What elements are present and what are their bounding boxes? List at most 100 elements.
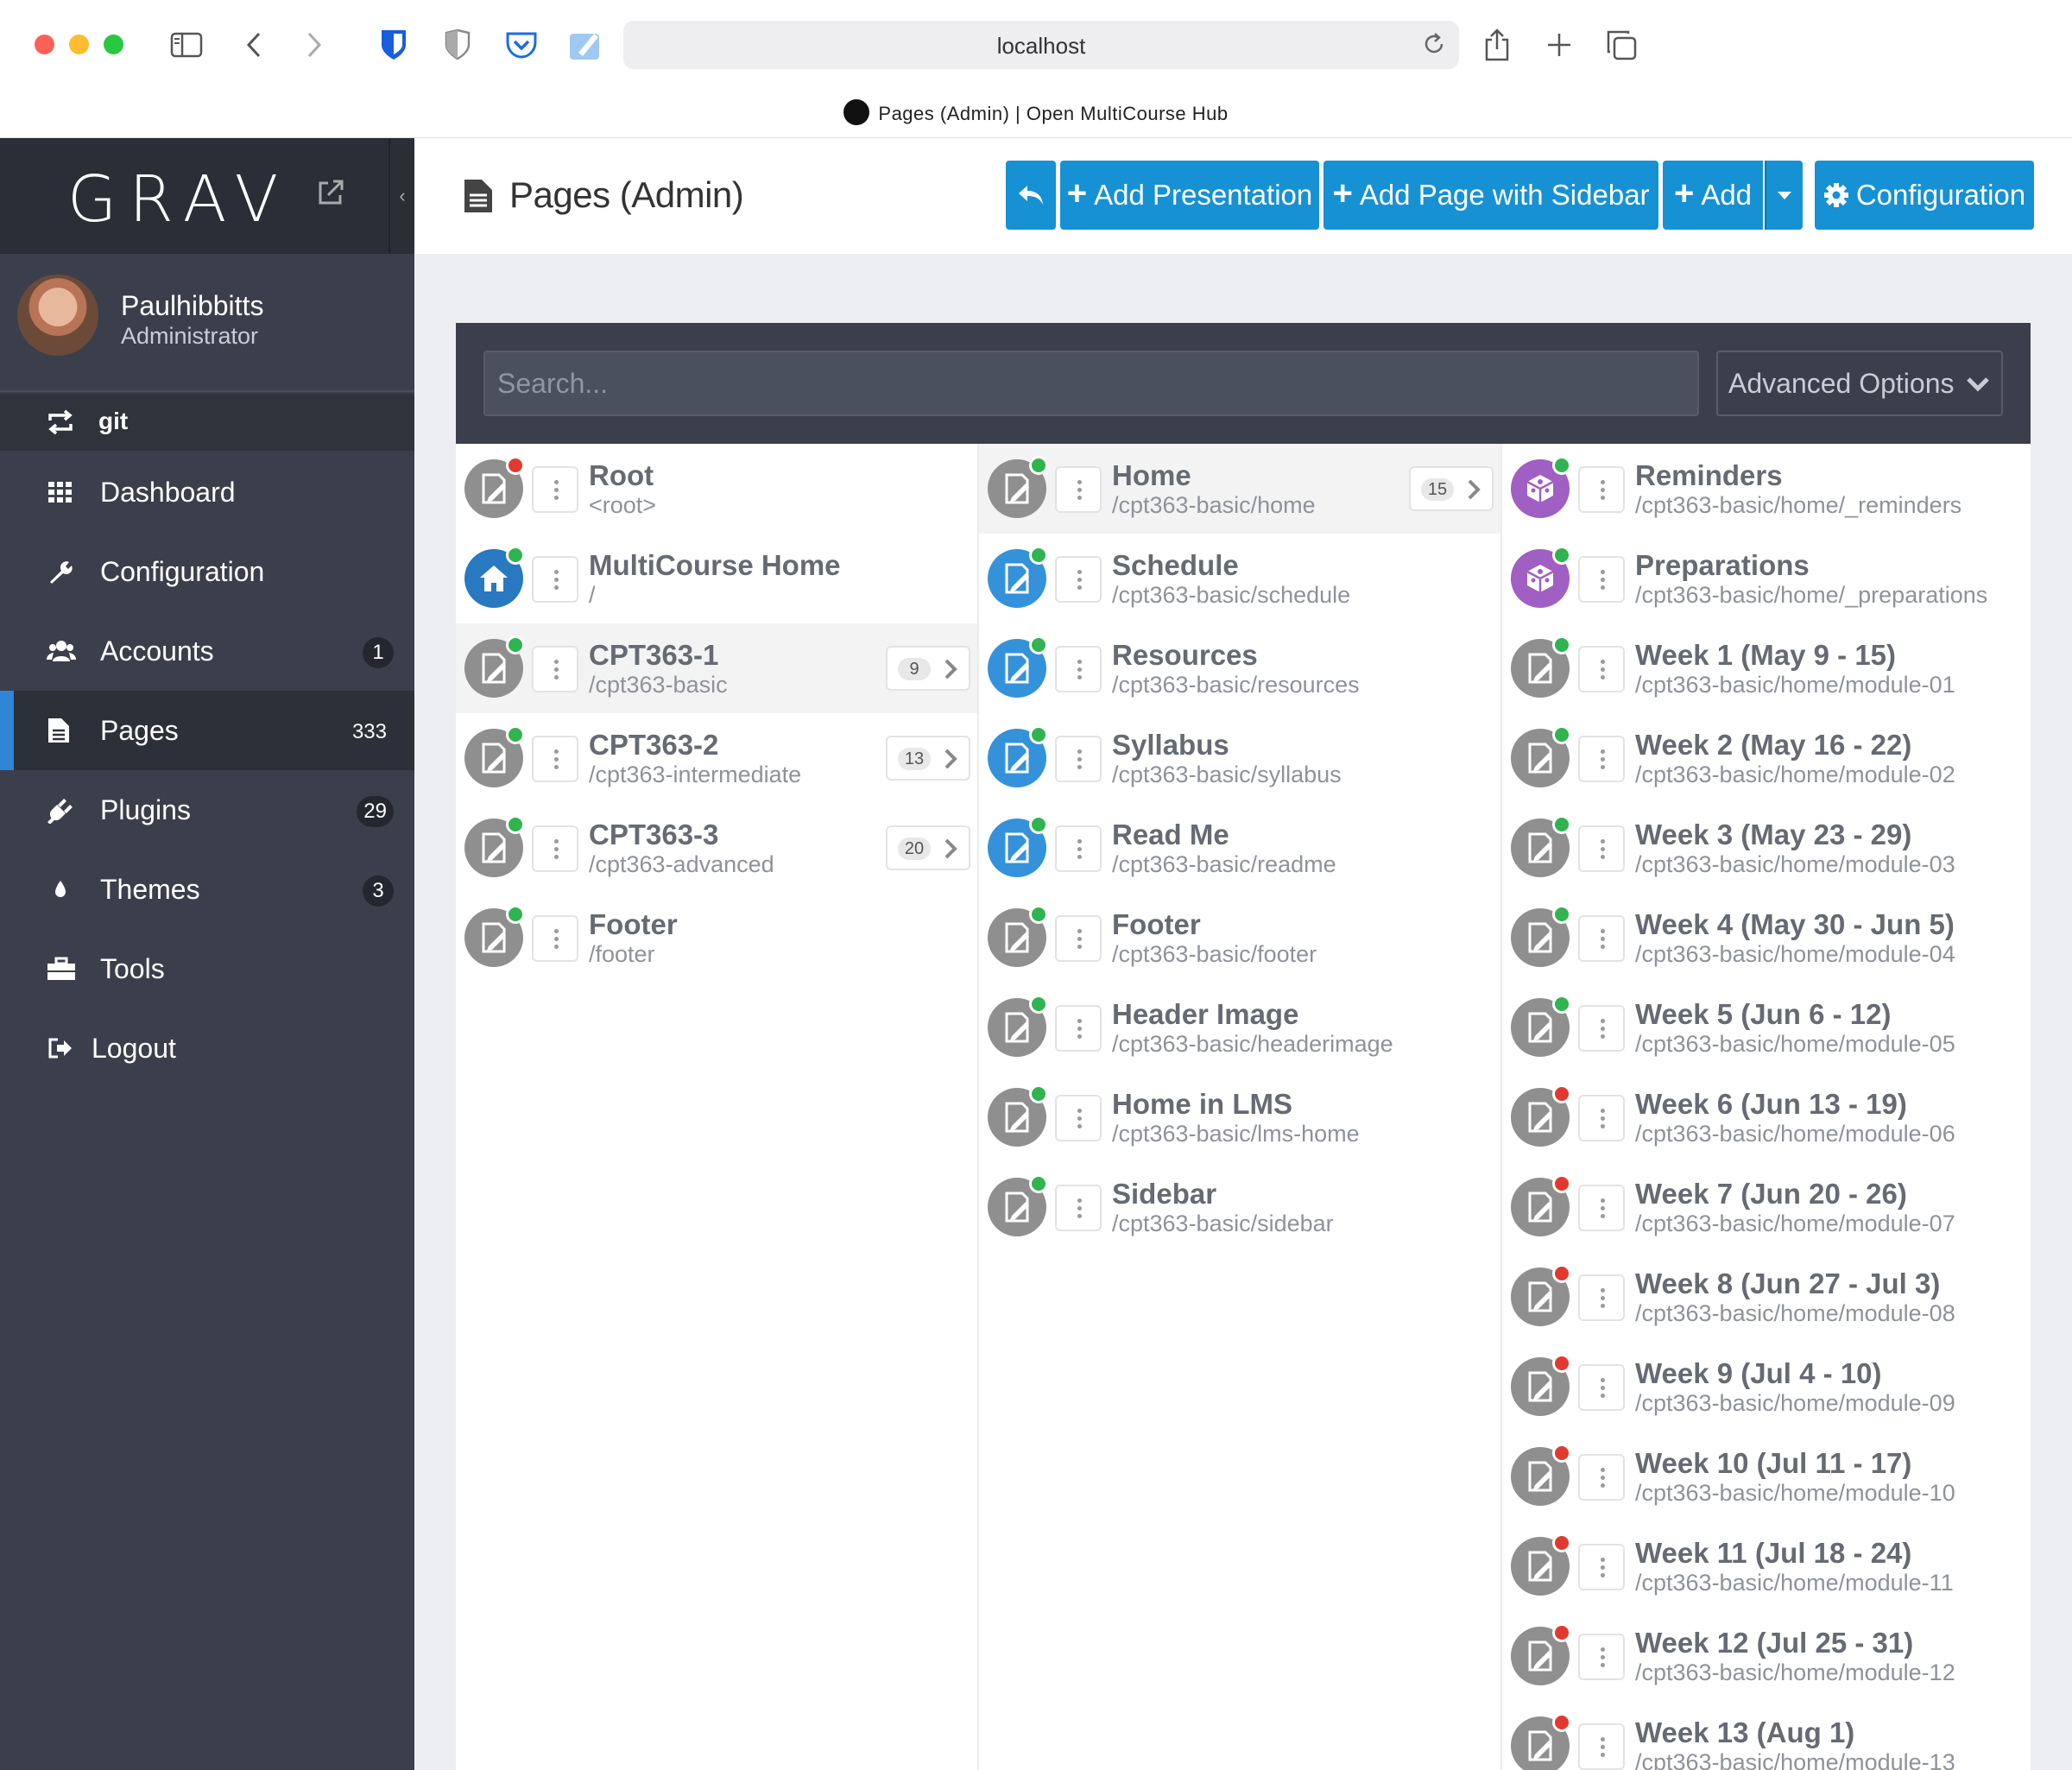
git-sync-bar[interactable]: git: [0, 394, 414, 451]
page-row[interactable]: Footer /footer: [456, 893, 977, 983]
page-title-link[interactable]: Week 3 (May 23 - 29): [1635, 819, 1911, 851]
page-row[interactable]: Preparations /cpt363-basic/home/_prepara…: [1502, 534, 2031, 623]
page-title-link[interactable]: CPT363-2: [589, 729, 718, 762]
sidebar-item-configuration[interactable]: Configuration: [0, 532, 414, 611]
row-menu-button[interactable]: [1055, 1095, 1102, 1141]
page-row[interactable]: Week 3 (May 23 - 29) /cpt363-basic/home/…: [1502, 803, 2031, 893]
row-menu-button[interactable]: [532, 915, 578, 962]
page-title-link[interactable]: Home in LMS: [1112, 1088, 1292, 1121]
page-title-link[interactable]: Footer: [589, 908, 678, 941]
add-presentation-button[interactable]: + Add Presentation: [1060, 161, 1319, 230]
zoom-window-button[interactable]: [104, 35, 123, 54]
row-menu-button[interactable]: [532, 825, 578, 872]
row-menu-button[interactable]: [1578, 1454, 1625, 1501]
page-title-link[interactable]: Week 10 (Jul 11 - 17): [1635, 1447, 1911, 1480]
sidebar-item-logout[interactable]: Logout: [0, 1008, 414, 1088]
sidebar-item-accounts[interactable]: Accounts 1: [0, 611, 414, 691]
configuration-button[interactable]: Configuration: [1815, 161, 2034, 230]
children-button[interactable]: 20: [886, 825, 970, 870]
row-menu-button[interactable]: [1578, 1364, 1625, 1411]
page-row[interactable]: Sidebar /cpt363-basic/sidebar: [979, 1162, 1500, 1252]
children-button[interactable]: 13: [886, 736, 970, 781]
row-menu-button[interactable]: [1055, 825, 1102, 872]
page-row[interactable]: Resources /cpt363-basic/resources: [979, 623, 1500, 713]
row-menu-button[interactable]: [532, 556, 578, 603]
page-row[interactable]: Read Me /cpt363-basic/readme: [979, 803, 1500, 893]
row-menu-button[interactable]: [1578, 1274, 1625, 1321]
page-row[interactable]: Week 11 (Jul 18 - 24) /cpt363-basic/home…: [1502, 1521, 2031, 1611]
page-title-link[interactable]: Header Image: [1112, 998, 1298, 1031]
page-row[interactable]: Week 6 (Jun 13 - 19) /cpt363-basic/home/…: [1502, 1072, 2031, 1162]
page-row[interactable]: CPT363-2 /cpt363-intermediate 13: [456, 713, 977, 803]
page-title-link[interactable]: Reminders: [1635, 459, 1783, 492]
reload-icon[interactable]: [1421, 31, 1447, 61]
row-menu-button[interactable]: [1578, 915, 1625, 962]
page-title-link[interactable]: Home: [1112, 459, 1191, 492]
page-row[interactable]: Week 10 (Jul 11 - 17) /cpt363-basic/home…: [1502, 1432, 2031, 1521]
page-title-link[interactable]: Week 12 (Jul 25 - 31): [1635, 1627, 1913, 1659]
markup-extension-icon[interactable]: [566, 26, 604, 64]
new-tab-icon[interactable]: [1540, 26, 1578, 64]
page-row[interactable]: Week 8 (Jun 27 - Jul 3) /cpt363-basic/ho…: [1502, 1252, 2031, 1342]
page-row[interactable]: Week 4 (May 30 - Jun 5) /cpt363-basic/ho…: [1502, 893, 2031, 983]
page-title-link[interactable]: Root: [589, 459, 654, 492]
row-menu-button[interactable]: [1578, 466, 1625, 513]
tab-overview-icon[interactable]: [1602, 26, 1640, 64]
address-bar[interactable]: localhost: [623, 21, 1459, 69]
row-menu-button[interactable]: [1055, 556, 1102, 603]
row-menu-button[interactable]: [532, 736, 578, 782]
add-page-with-sidebar-button[interactable]: + Add Page with Sidebar: [1323, 161, 1658, 230]
row-menu-button[interactable]: [1055, 1005, 1102, 1052]
page-title-link[interactable]: Syllabus: [1112, 729, 1229, 762]
minimize-window-button[interactable]: [69, 35, 89, 54]
page-row[interactable]: Week 12 (Jul 25 - 31) /cpt363-basic/home…: [1502, 1611, 2031, 1701]
page-row[interactable]: Root <root>: [456, 444, 977, 534]
row-menu-button[interactable]: [1055, 915, 1102, 962]
sidebar-item-plugins[interactable]: Plugins 29: [0, 770, 414, 850]
page-row[interactable]: Week 5 (Jun 6 - 12) /cpt363-basic/home/m…: [1502, 983, 2031, 1072]
row-menu-button[interactable]: [1578, 1095, 1625, 1141]
page-title-link[interactable]: MultiCourse Home: [589, 549, 841, 582]
row-menu-button[interactable]: [532, 646, 578, 692]
page-title-link[interactable]: Footer: [1112, 908, 1201, 941]
page-title-link[interactable]: Read Me: [1112, 819, 1229, 851]
page-row[interactable]: Week 9 (Jul 4 - 10) /cpt363-basic/home/m…: [1502, 1342, 2031, 1432]
share-icon[interactable]: [1478, 26, 1516, 64]
privacy-shield-icon[interactable]: [439, 26, 477, 64]
sidebar-toggle-icon[interactable]: [167, 26, 205, 64]
page-row[interactable]: Schedule /cpt363-basic/schedule: [979, 534, 1500, 623]
page-row[interactable]: Header Image /cpt363-basic/headerimage: [979, 983, 1500, 1072]
row-menu-button[interactable]: [532, 466, 578, 513]
row-menu-button[interactable]: [1578, 1005, 1625, 1052]
search-input[interactable]: [483, 351, 1699, 416]
forward-icon[interactable]: [295, 26, 333, 64]
row-menu-button[interactable]: [1055, 466, 1102, 513]
page-title-link[interactable]: Week 4 (May 30 - Jun 5): [1635, 908, 1955, 941]
close-window-button[interactable]: [35, 35, 54, 54]
page-title-link[interactable]: Sidebar: [1112, 1178, 1216, 1211]
row-menu-button[interactable]: [1578, 825, 1625, 872]
row-menu-button[interactable]: [1578, 1723, 1625, 1770]
row-menu-button[interactable]: [1578, 1544, 1625, 1590]
pocket-icon[interactable]: [502, 26, 540, 64]
row-menu-button[interactable]: [1578, 1634, 1625, 1680]
user-profile[interactable]: Paulhibbitts Administrator: [0, 254, 414, 392]
page-row[interactable]: Reminders /cpt363-basic/home/_reminders: [1502, 444, 2031, 534]
sidebar-item-themes[interactable]: Themes 3: [0, 850, 414, 929]
row-menu-button[interactable]: [1055, 1185, 1102, 1231]
row-menu-button[interactable]: [1578, 736, 1625, 782]
sidebar-item-pages[interactable]: Pages 333: [0, 691, 414, 770]
row-menu-button[interactable]: [1578, 556, 1625, 603]
tab-title[interactable]: Pages (Admin) | Open MultiCourse Hub: [0, 99, 2072, 128]
page-title-link[interactable]: Week 5 (Jun 6 - 12): [1635, 998, 1892, 1031]
page-title-link[interactable]: CPT363-1: [589, 639, 718, 672]
page-row[interactable]: MultiCourse Home /: [456, 534, 977, 623]
page-title-link[interactable]: Week 2 (May 16 - 22): [1635, 729, 1911, 762]
back-icon[interactable]: [235, 26, 273, 64]
children-button[interactable]: 9: [886, 646, 970, 691]
page-title-link[interactable]: Week 8 (Jun 27 - Jul 3): [1635, 1267, 1940, 1300]
page-title-link[interactable]: Week 11 (Jul 18 - 24): [1635, 1537, 1911, 1570]
sidebar-item-tools[interactable]: Tools: [0, 929, 414, 1008]
page-row[interactable]: CPT363-1 /cpt363-basic 9: [456, 623, 977, 713]
page-title-link[interactable]: Week 1 (May 9 - 15): [1635, 639, 1896, 672]
